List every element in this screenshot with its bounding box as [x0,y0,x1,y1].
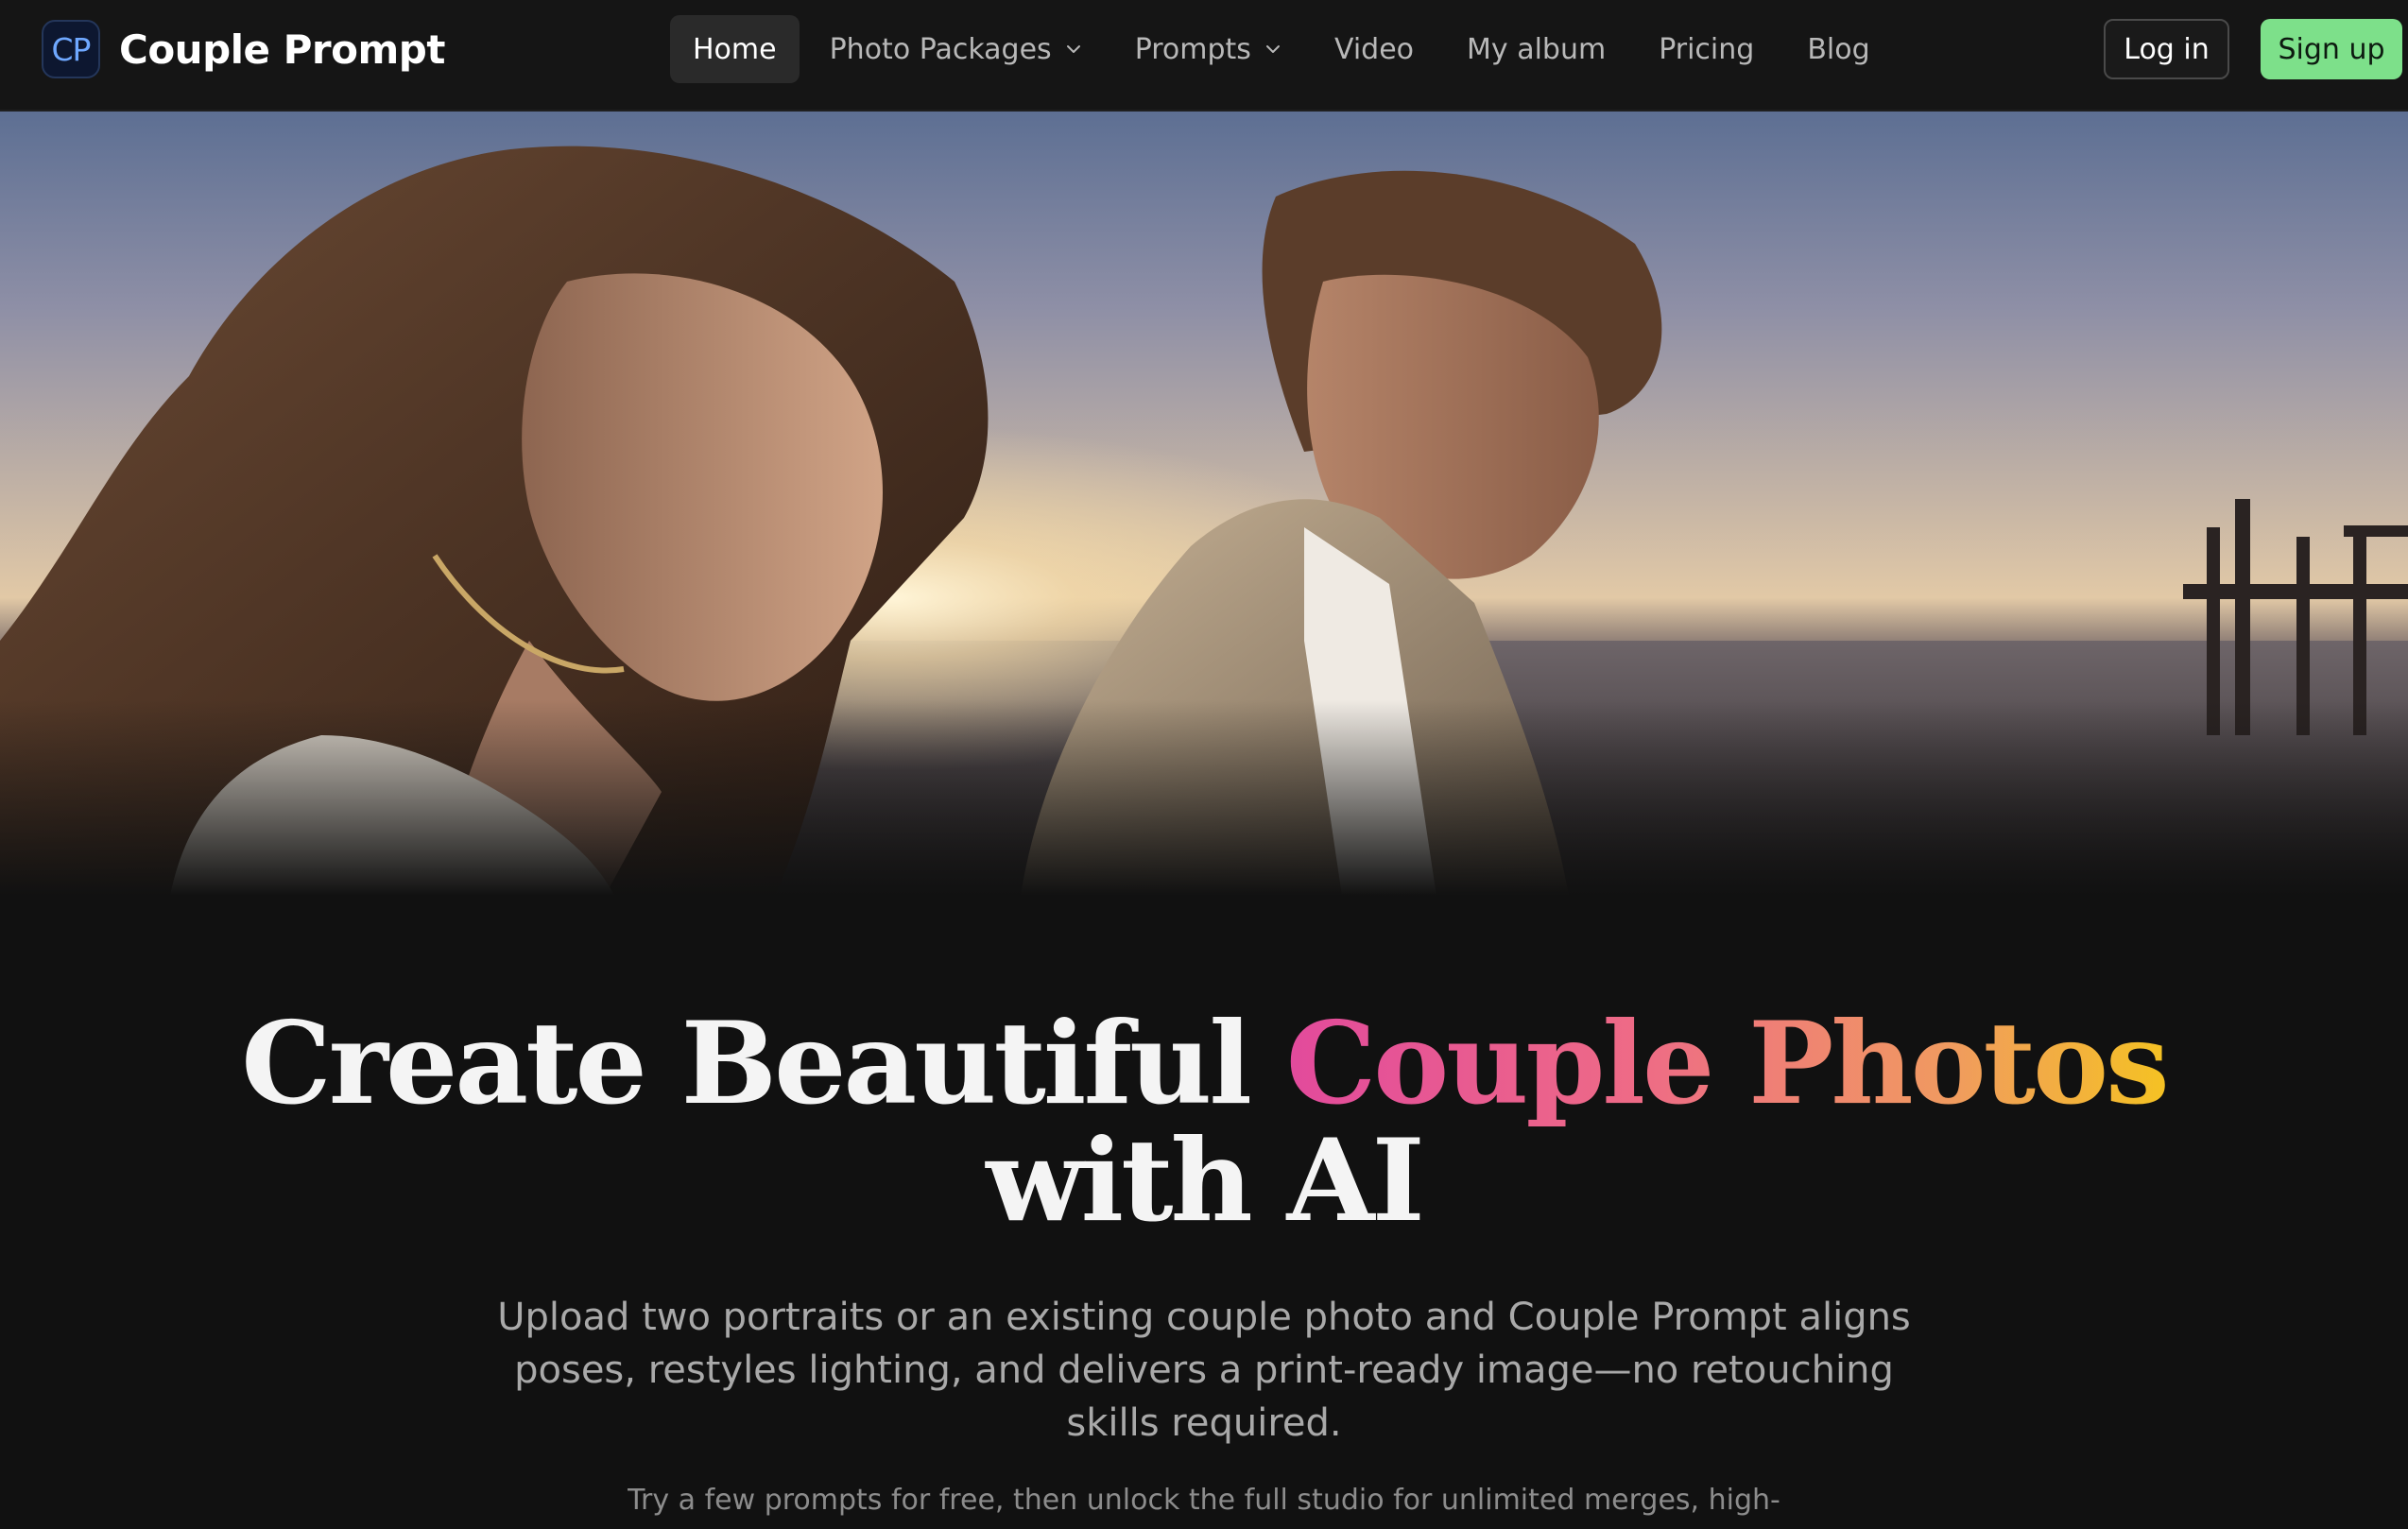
nav-my-album[interactable]: My album [1444,15,1628,83]
nav-blog-label: Blog [1807,32,1870,66]
page: CP Couple Prompt Home Photo Packages Pro… [0,0,2408,1529]
nav-photo-packages-label: Photo Packages [829,32,1052,66]
nav-home-label: Home [693,32,777,66]
top-navbar: CP Couple Prompt Home Photo Packages Pro… [0,0,2408,112]
login-button[interactable]: Log in [2104,19,2229,79]
nav-home[interactable]: Home [670,15,800,83]
brand[interactable]: CP Couple Prompt [42,19,445,79]
nav-prompts-label: Prompts [1134,32,1251,66]
couple-beach-sunset-image [0,112,2408,896]
nav-prompts[interactable]: Prompts [1112,15,1304,83]
headline-line-1: Create Beautiful Couple Photos [0,1005,2408,1123]
nav-video[interactable]: Video [1312,15,1436,83]
nav-photo-packages[interactable]: Photo Packages [807,15,1105,83]
chevron-down-icon [1066,45,1080,53]
nav-pricing-label: Pricing [1659,32,1755,66]
brand-name[interactable]: Couple Prompt [119,26,445,73]
hero-subtitle: Upload two portraits or an existing coup… [497,1296,1911,1445]
hero-image [0,112,2408,896]
headline-highlight: Couple Photos [1285,997,2170,1130]
nav-my-album-label: My album [1467,32,1607,66]
nav-pricing[interactable]: Pricing [1636,15,1777,83]
headline-line-2: with AI [986,1114,1425,1247]
hero-headline: Create Beautiful Couple Photos with AI [0,1005,2408,1240]
hero-note: Try a few prompts for free, then unlock … [628,1484,1780,1529]
nav-video-label: Video [1333,32,1415,66]
headline-part-1: Create Beautiful [241,997,1252,1130]
signup-button[interactable]: Sign up [2261,19,2402,79]
brand-logo[interactable]: CP [42,20,100,78]
nav-links: Home Photo Packages Prompts Video My alb… [670,15,1901,83]
chevron-down-icon [1265,45,1280,53]
nav-blog[interactable]: Blog [1784,15,1892,83]
